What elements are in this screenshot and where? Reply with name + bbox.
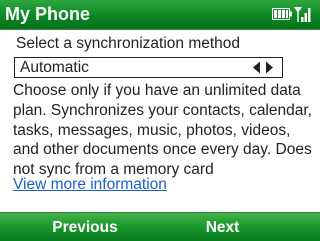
- signal-strength-icon: [294, 7, 311, 22]
- title-bar: My Phone: [0, 0, 320, 30]
- battery-icon: [272, 8, 292, 20]
- status-icons: [272, 6, 314, 24]
- app-title: My Phone: [5, 4, 91, 24]
- sync-method-select[interactable]: Automatic: [14, 57, 283, 78]
- previous-softkey[interactable]: Previous: [30, 217, 140, 238]
- view-more-information-link[interactable]: View more information: [13, 175, 167, 195]
- sync-method-value: Automatic: [20, 59, 89, 76]
- softkey-bar: Previous Next: [0, 212, 320, 241]
- left-right-arrows-icon[interactable]: [253, 61, 273, 74]
- next-softkey[interactable]: Next: [170, 217, 275, 238]
- sync-method-description: Choose only if you have an unlimited dat…: [13, 82, 312, 179]
- sync-method-panel: Select a synchronization method Automati…: [0, 30, 320, 211]
- sync-method-prompt: Select a synchronization method: [16, 35, 241, 52]
